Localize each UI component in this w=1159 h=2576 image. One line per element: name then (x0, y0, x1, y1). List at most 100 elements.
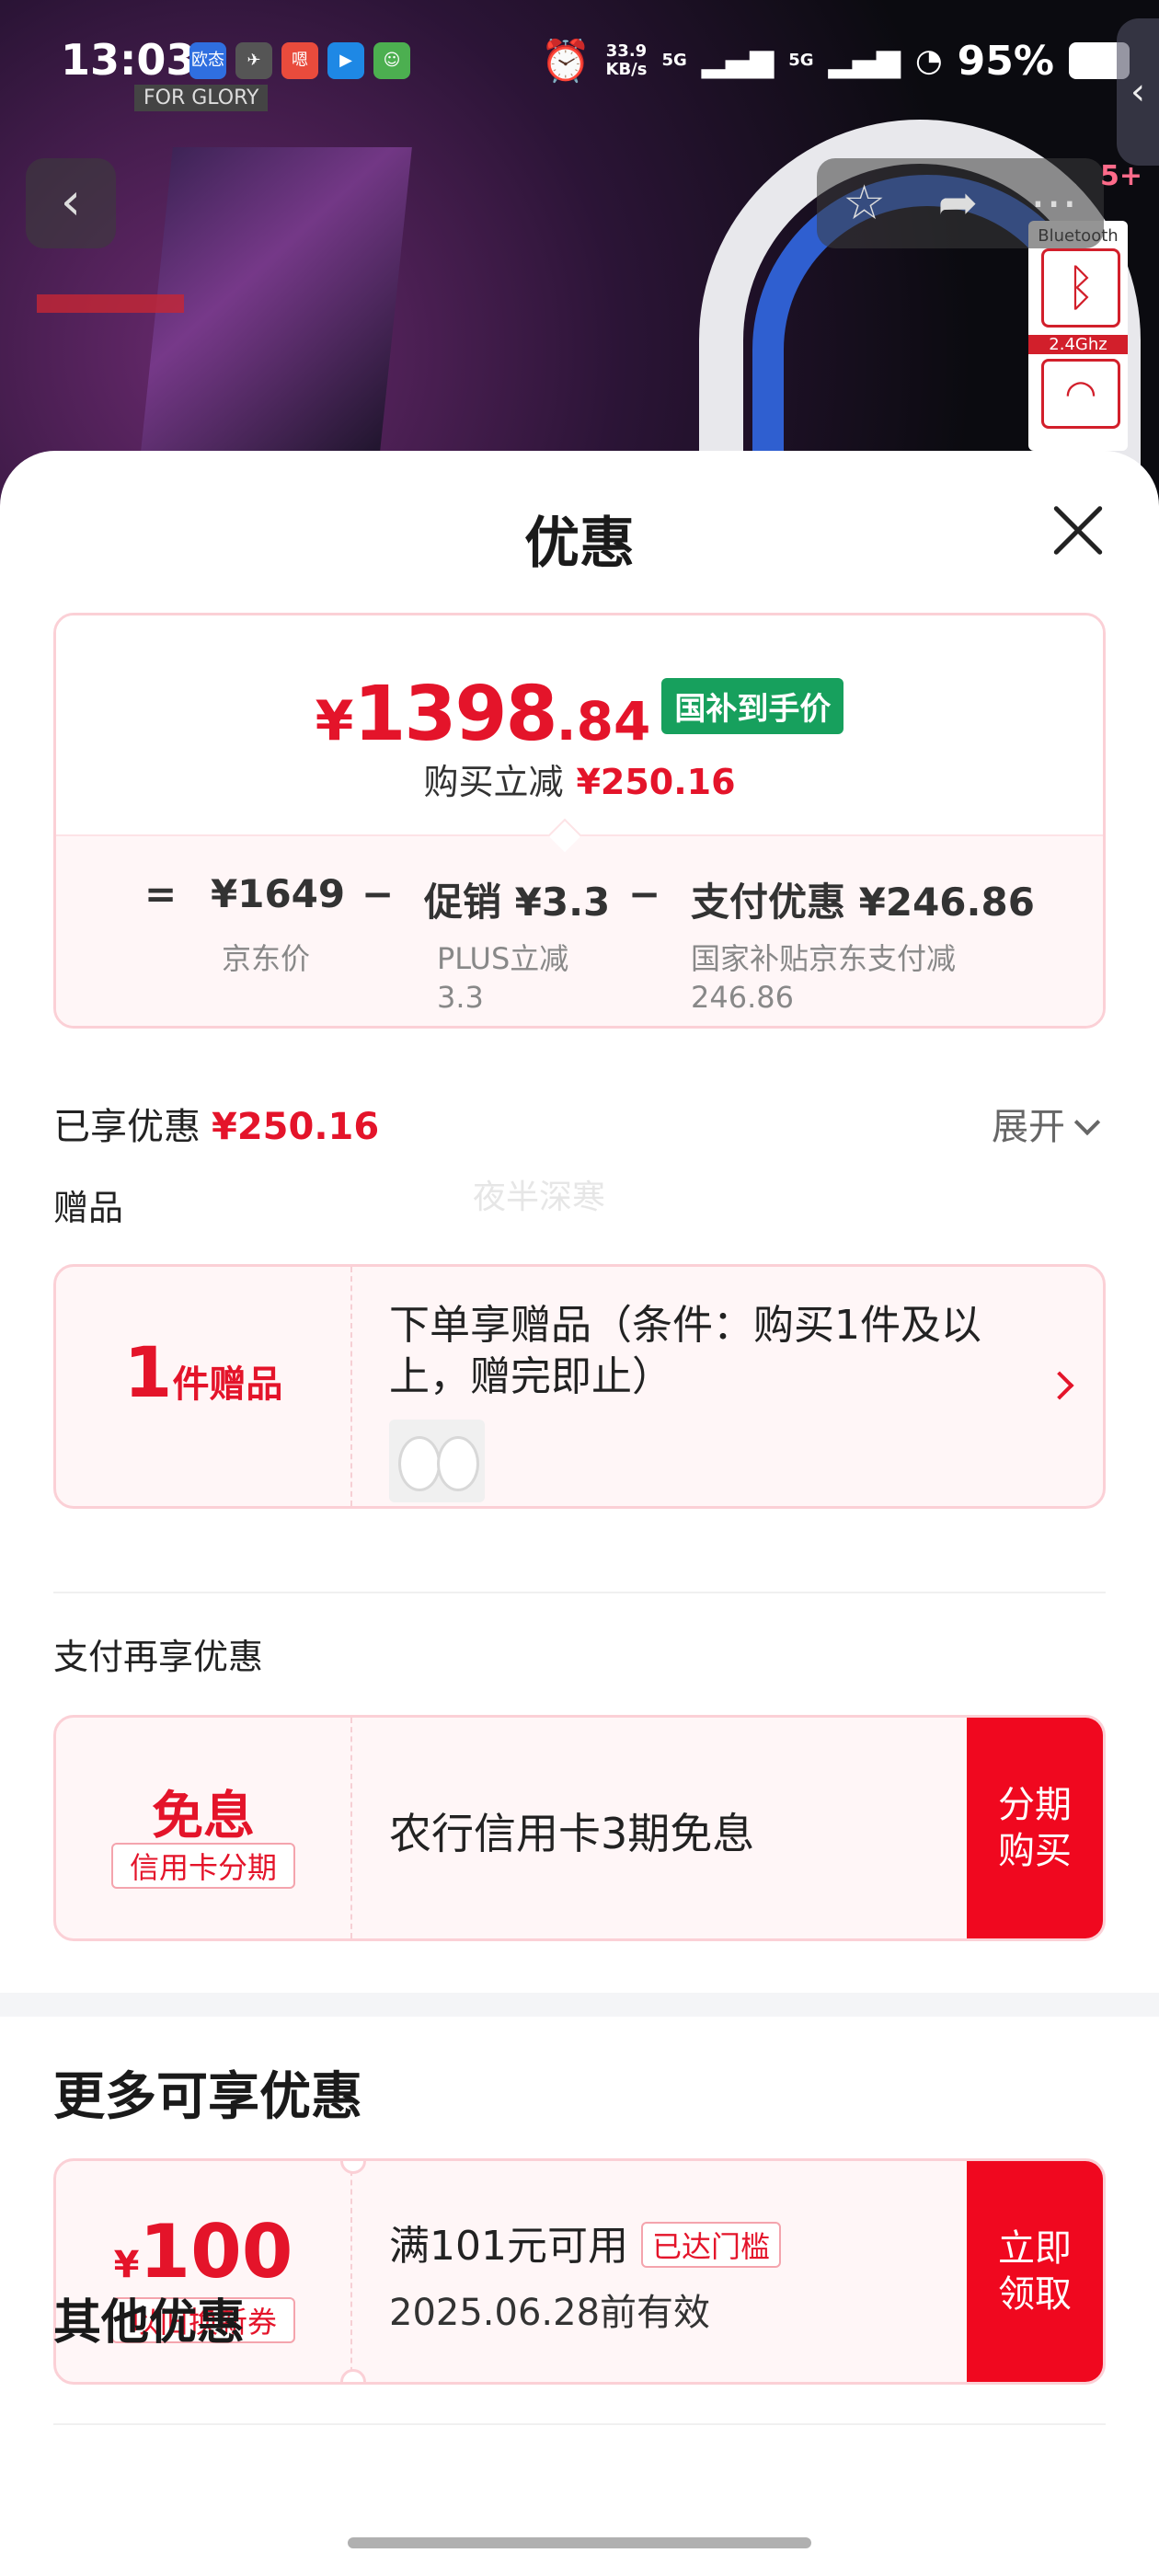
status-time: 13:03 (61, 35, 196, 85)
gift-count-area: 1件赠品 (56, 1267, 352, 1506)
reduce-line: 购买立减 ¥250.16 (56, 753, 1103, 804)
expand-button[interactable]: 展开 (992, 1097, 1101, 1150)
coupon-notch-bottom (340, 2369, 366, 2382)
back-button[interactable]: ‹ (26, 158, 116, 248)
status-app-icons: 欧态 ✈ 嗯 ▶ ☺ (189, 42, 410, 79)
share-icon[interactable]: ➦ (938, 176, 979, 231)
sheet-title: 优惠 (524, 512, 635, 576)
wifi-icon: ◠ (1041, 359, 1120, 429)
coupon-amount: ¥100 (56, 2209, 350, 2294)
installment-left: 免息 信用卡分期 (56, 1718, 352, 1938)
home-indicator[interactable] (348, 2537, 811, 2548)
gift-count-unit: 件赠品 (172, 1363, 283, 1406)
alarm-icon: ⏰ (540, 38, 591, 85)
installment-card: 免息 信用卡分期 农行信用卡3期免息 分期 购买 (53, 1715, 1106, 1941)
final-price: ¥1398.84 国补到手价 (56, 671, 1103, 758)
claim-coupon-button[interactable]: 立即 领取 (967, 2161, 1103, 2382)
coupon-valid-date: 2025.06.28前有效 (389, 2292, 711, 2334)
product-actions: ☆ ➦ ⋯ (817, 158, 1104, 248)
more-dots-icon[interactable]: ⋯ (1030, 176, 1078, 231)
pay-section-label: 支付再享优惠 (53, 1637, 264, 1677)
avatar-icon: ☺ (373, 42, 410, 79)
pay-label-2: 246.86 (691, 980, 794, 1015)
decorative-band (37, 294, 184, 313)
ghz-label: 2.4Ghz (1028, 335, 1128, 354)
video-icon: ▶ (327, 42, 364, 79)
installment-btn-line1: 分期 (998, 1784, 1072, 1826)
price-breakdown: = ¥1649 − 促销 ¥3.3 − 支付优惠 ¥246.86 京东价 PLU… (56, 834, 1103, 1026)
game-icon: ✈ (235, 42, 272, 79)
bluetooth-icon: ᛒ (1041, 248, 1120, 328)
gift-count-number: 1 (123, 1331, 173, 1413)
close-icon[interactable] (1050, 502, 1106, 558)
enjoyed-discount: 已享优惠 ¥250.16 (53, 1097, 379, 1150)
chevron-down-icon (1073, 1109, 1101, 1136)
gift-section-label: 赠品 (53, 1188, 124, 1228)
installment-text: 农行信用卡3期免息 (389, 1809, 755, 1858)
reduce-label: 购买立减 (423, 762, 564, 802)
price-summary: ¥1398.84 国补到手价 购买立减 ¥250.16 (56, 615, 1103, 834)
watermark: 夜半深寒 (473, 1179, 606, 1216)
app-oltai-icon: 欧态 (189, 42, 226, 79)
net-speed: 33.9 KB/s (606, 42, 648, 79)
enjoyed-value: ¥250.16 (212, 1106, 380, 1148)
battery-percent: 95% (957, 37, 1054, 85)
installment-btn-line2: 购买 (998, 1830, 1072, 1872)
expand-label: 展开 (992, 1106, 1065, 1148)
coupon-condition: 满101元可用 已达门槛 (389, 2213, 781, 2271)
more-offers-title: 更多可享优惠 (53, 2067, 362, 2127)
signal-icon-2: ▂▄▆ (828, 42, 901, 79)
price-integer: 1398 (353, 671, 557, 758)
base-price: ¥1649 (211, 871, 346, 916)
section-gap (0, 1993, 1159, 2017)
other-offers-title: 其他优惠 (53, 2295, 246, 2351)
price-card: ¥1398.84 国补到手价 购买立减 ¥250.16 = ¥1649 − 促销 ¥… (53, 613, 1106, 1029)
base-price-label: 京东价 (222, 941, 311, 976)
count-badge: 5+ (1099, 160, 1142, 192)
promo-label-1: PLUS立减 (437, 941, 569, 976)
enjoyed-label: 已享优惠 (53, 1106, 201, 1148)
discount-sheet: 优惠 ¥1398.84 国补到手价 购买立减 ¥250.16 = ¥1649 − 促… (0, 451, 1159, 2576)
signal-icon: ▂▄▆ (701, 42, 775, 79)
status-bar: 13:03 欧态 ✈ 嗯 ▶ ☺ FOR GLORY ⏰ 33.9 KB/s 5… (0, 0, 1159, 120)
status-right: ⏰ 33.9 KB/s 5G ▂▄▆ 5G ▂▄▆ ◔ 95% (541, 37, 1130, 85)
minus-sign-2: − (628, 871, 661, 916)
price-decimal: .84 (556, 690, 651, 753)
for-glory-label: FOR GLORY (134, 85, 269, 111)
subsidy-price-tag: 国补到手价 (661, 678, 844, 734)
reduce-value: ¥250.16 (576, 762, 736, 802)
interest-free-label: 免息 (152, 1787, 255, 1846)
net-speed-unit: KB/s (605, 60, 648, 79)
app-en-icon: 嗯 (281, 42, 318, 79)
equals-sign: = (144, 871, 178, 916)
pay-discount: 支付优惠 ¥246.86 (691, 880, 1035, 925)
sim2-label: 5G (788, 51, 814, 70)
chevron-left-icon: ‹ (60, 172, 82, 232)
credit-installment-tag: 信用卡分期 (111, 1843, 295, 1889)
coupon-value: 100 (139, 2209, 293, 2294)
promo-discount: 促销 ¥3.3 (424, 880, 611, 925)
calc-row: = ¥1649 − 促销 ¥3.3 − 支付优惠 ¥246.86 (56, 871, 1103, 926)
gift-title: 下单享赠品（条件：购买1件及以上，赠完即止） (389, 1302, 981, 1400)
star-outline-icon[interactable]: ☆ (843, 176, 886, 231)
product-image-area: Bluetooth ᛒ 2.4Ghz ◠ 13:03 欧态 ✈ 嗯 ▶ ☺ FO… (0, 0, 1159, 515)
installment-buy-button[interactable]: 分期 购买 (967, 1718, 1103, 1938)
promo-label-2: 3.3 (437, 980, 484, 1015)
minus-sign-1: − (361, 871, 395, 916)
divider-2 (53, 2423, 1106, 2425)
net-speed-value: 33.9 (605, 41, 648, 61)
sim1-label: 5G (661, 51, 687, 70)
price-yen: ¥ (315, 689, 354, 753)
connectivity-badge: Bluetooth ᛒ 2.4Ghz ◠ (1028, 221, 1128, 451)
coupon-condition-text: 满101元可用 (389, 2223, 628, 2270)
chevron-right-icon (1045, 1371, 1074, 1400)
pay-label-1: 国家补贴京东支付减 (691, 941, 957, 976)
wifi-status-icon: ◔ (915, 42, 943, 79)
coupon-yen: ¥ (113, 2244, 140, 2286)
gift-count: 1件赠品 (56, 1331, 350, 1413)
side-collapse-tab[interactable]: ‹ (1117, 18, 1159, 166)
gift-thumbnail (389, 1420, 485, 1502)
divider (53, 1592, 1106, 1593)
claim-btn-line1: 立即 (998, 2227, 1072, 2270)
gift-card[interactable]: 1件赠品 下单享赠品（条件：购买1件及以上，赠完即止） (53, 1264, 1106, 1509)
